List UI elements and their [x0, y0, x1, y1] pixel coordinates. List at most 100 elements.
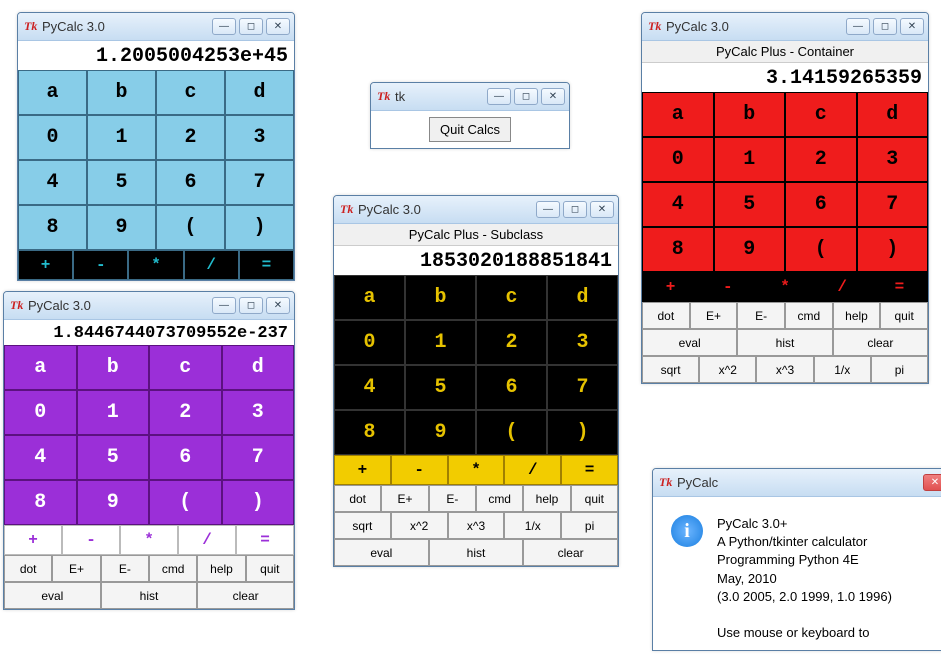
key-5[interactable]: 5 [87, 160, 156, 205]
key-plus[interactable]: + [18, 250, 73, 280]
key-eval[interactable]: eval [334, 539, 429, 566]
key-x3[interactable]: x^3 [756, 356, 813, 383]
key-eval[interactable]: eval [4, 582, 101, 609]
key-minus[interactable]: - [699, 272, 756, 302]
key-7[interactable]: 7 [222, 435, 295, 480]
key-3[interactable]: 3 [222, 390, 295, 435]
key-eq[interactable]: = [561, 455, 618, 485]
close-button[interactable]: ✕ [590, 201, 614, 218]
key-8[interactable]: 8 [4, 480, 77, 525]
titlebar[interactable]: Tk PyCalc 3.0 — ◻ ✕ [4, 292, 294, 320]
key-pi[interactable]: pi [561, 512, 618, 539]
key-d[interactable]: d [222, 345, 295, 390]
minimize-button[interactable]: — [487, 88, 511, 105]
key-2[interactable]: 2 [149, 390, 222, 435]
key-rparen[interactable]: ) [222, 480, 295, 525]
key-clear[interactable]: clear [523, 539, 618, 566]
key-6[interactable]: 6 [149, 435, 222, 480]
key-2[interactable]: 2 [156, 115, 225, 160]
key-a[interactable]: a [642, 92, 714, 137]
key-lparen[interactable]: ( [476, 410, 547, 455]
key-b[interactable]: b [77, 345, 150, 390]
key-8[interactable]: 8 [642, 227, 714, 272]
key-mul[interactable]: * [756, 272, 813, 302]
key-quit[interactable]: quit [880, 302, 928, 329]
key-5[interactable]: 5 [405, 365, 476, 410]
key-4[interactable]: 4 [642, 182, 714, 227]
key-hist[interactable]: hist [429, 539, 524, 566]
minimize-button[interactable]: — [846, 18, 870, 35]
key-8[interactable]: 8 [334, 410, 405, 455]
key-1[interactable]: 1 [405, 320, 476, 365]
key-plus[interactable]: + [334, 455, 391, 485]
key-minus[interactable]: - [62, 525, 120, 555]
key-3[interactable]: 3 [225, 115, 294, 160]
key-mul[interactable]: * [448, 455, 505, 485]
key-b[interactable]: b [405, 275, 476, 320]
close-button[interactable]: ✕ [266, 297, 290, 314]
close-button[interactable]: ✕ [900, 18, 924, 35]
key-b[interactable]: b [87, 70, 156, 115]
key-6[interactable]: 6 [476, 365, 547, 410]
key-inv[interactable]: 1/x [504, 512, 561, 539]
close-button[interactable]: ✕ [923, 474, 941, 491]
key-5[interactable]: 5 [714, 182, 786, 227]
maximize-button[interactable]: ◻ [514, 88, 538, 105]
titlebar[interactable]: Tk tk — ◻ ✕ [371, 83, 569, 111]
key-eplus[interactable]: E+ [52, 555, 100, 582]
minimize-button[interactable]: — [536, 201, 560, 218]
key-eminus[interactable]: E- [429, 485, 476, 512]
key-lparen[interactable]: ( [785, 227, 857, 272]
key-eq[interactable]: = [239, 250, 294, 280]
key-help[interactable]: help [833, 302, 881, 329]
key-7[interactable]: 7 [857, 182, 929, 227]
key-1[interactable]: 1 [77, 390, 150, 435]
key-clear[interactable]: clear [197, 582, 294, 609]
titlebar[interactable]: Tk PyCalc ✕ [653, 469, 941, 497]
key-hist[interactable]: hist [737, 329, 832, 356]
key-6[interactable]: 6 [785, 182, 857, 227]
key-eval[interactable]: eval [642, 329, 737, 356]
key-9[interactable]: 9 [77, 480, 150, 525]
maximize-button[interactable]: ◻ [239, 297, 263, 314]
key-x3[interactable]: x^3 [448, 512, 505, 539]
key-4[interactable]: 4 [18, 160, 87, 205]
key-c[interactable]: c [149, 345, 222, 390]
key-a[interactable]: a [18, 70, 87, 115]
key-plus[interactable]: + [4, 525, 62, 555]
key-3[interactable]: 3 [857, 137, 929, 182]
key-cmd[interactable]: cmd [476, 485, 523, 512]
key-cmd[interactable]: cmd [149, 555, 197, 582]
key-eplus[interactable]: E+ [381, 485, 428, 512]
key-sqrt[interactable]: sqrt [642, 356, 699, 383]
key-pi[interactable]: pi [871, 356, 928, 383]
key-9[interactable]: 9 [714, 227, 786, 272]
key-0[interactable]: 0 [4, 390, 77, 435]
key-c[interactable]: c [156, 70, 225, 115]
key-quit[interactable]: quit [246, 555, 294, 582]
quit-calcs-button[interactable]: Quit Calcs [429, 117, 511, 142]
key-x2[interactable]: x^2 [391, 512, 448, 539]
key-7[interactable]: 7 [225, 160, 294, 205]
key-rparen[interactable]: ) [857, 227, 929, 272]
key-div[interactable]: / [178, 525, 236, 555]
key-d[interactable]: d [547, 275, 618, 320]
key-7[interactable]: 7 [547, 365, 618, 410]
close-button[interactable]: ✕ [541, 88, 565, 105]
key-plus[interactable]: + [642, 272, 699, 302]
key-8[interactable]: 8 [18, 205, 87, 250]
key-sqrt[interactable]: sqrt [334, 512, 391, 539]
key-rparen[interactable]: ) [225, 205, 294, 250]
key-0[interactable]: 0 [334, 320, 405, 365]
minimize-button[interactable]: — [212, 297, 236, 314]
key-quit[interactable]: quit [571, 485, 618, 512]
close-button[interactable]: ✕ [266, 18, 290, 35]
key-eq[interactable]: = [871, 272, 928, 302]
minimize-button[interactable]: — [212, 18, 236, 35]
key-cmd[interactable]: cmd [785, 302, 833, 329]
key-div[interactable]: / [184, 250, 239, 280]
key-eplus[interactable]: E+ [690, 302, 738, 329]
key-c[interactable]: c [785, 92, 857, 137]
key-4[interactable]: 4 [334, 365, 405, 410]
maximize-button[interactable]: ◻ [873, 18, 897, 35]
